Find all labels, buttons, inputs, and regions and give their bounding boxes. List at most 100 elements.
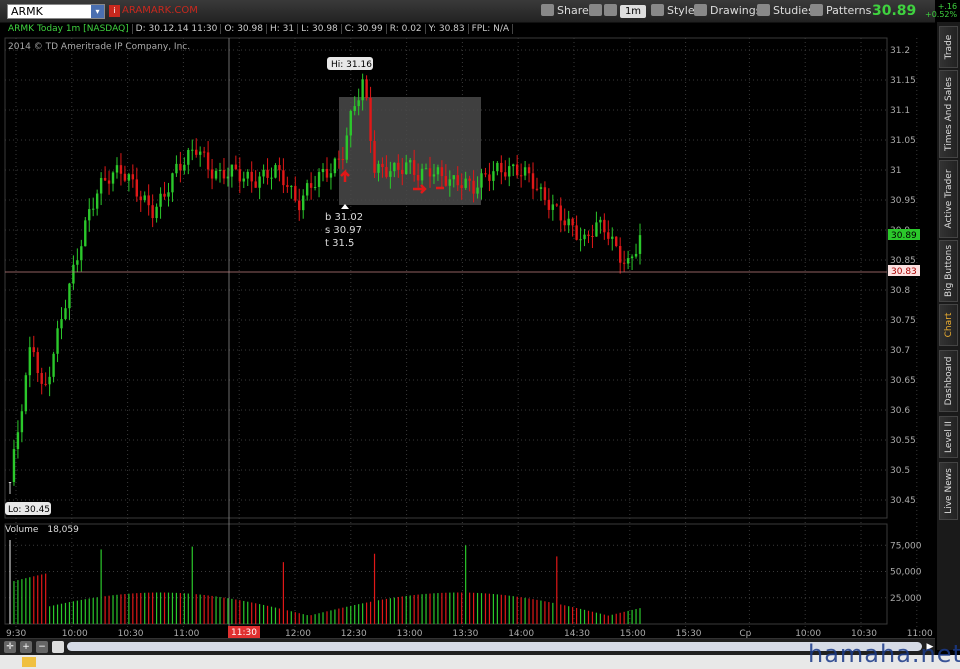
tab-dashboard[interactable]: Dashboard xyxy=(939,350,958,412)
volume-bar xyxy=(199,594,201,624)
price-chart[interactable]: 31.231.1531.131.053130.9530.930.8530.830… xyxy=(0,22,935,650)
right-sidebar: Trade Times And Sales Active Trader Big … xyxy=(937,22,960,650)
candle-body xyxy=(28,347,32,376)
tab-level-ii[interactable]: Level II xyxy=(939,416,958,458)
candle-body xyxy=(88,209,91,221)
symbol-dropdown-icon[interactable]: ▾ xyxy=(91,5,104,18)
volume-bar xyxy=(251,602,253,624)
volume-axis: 75,000 50,000 25,000 xyxy=(890,541,922,604)
volume-bar xyxy=(21,579,23,624)
studies-button[interactable]: Studies xyxy=(757,3,814,19)
volume-bar xyxy=(136,593,138,624)
candle-body xyxy=(187,149,190,165)
price-tick-label: 31.15 xyxy=(890,76,916,86)
candle-body xyxy=(325,168,329,178)
candle-body xyxy=(234,164,238,170)
tab-trade[interactable]: Trade xyxy=(939,26,958,68)
candle-body xyxy=(599,219,602,223)
candle-body xyxy=(103,177,107,181)
hi-label: Hi: 31.16 xyxy=(331,60,372,70)
candle-body xyxy=(218,169,222,171)
tab-active-trader[interactable]: Active Trader xyxy=(939,160,958,238)
last-price: 30.89 xyxy=(872,3,917,19)
candle-body xyxy=(492,171,495,181)
candle-body xyxy=(195,149,198,155)
candle-body xyxy=(198,151,202,155)
timeframe-button[interactable]: 1m xyxy=(620,5,646,18)
volume-bar xyxy=(512,596,514,624)
candle-body xyxy=(468,178,471,181)
crosshair-button[interactable] xyxy=(589,3,605,19)
volume-bar xyxy=(377,600,380,624)
candle-body xyxy=(72,264,75,284)
candle-body xyxy=(353,106,356,111)
volume-bar xyxy=(492,593,494,624)
candle-body xyxy=(345,135,348,160)
candle-body xyxy=(95,193,99,209)
volume-bar xyxy=(306,615,308,624)
candle-body xyxy=(305,183,309,196)
tab-chart-label: Chart xyxy=(943,312,954,338)
volume-bar xyxy=(401,596,403,624)
candle-body xyxy=(405,162,408,175)
volume-bar xyxy=(338,608,340,624)
candle-body xyxy=(258,176,261,188)
chart-low: L: 30.98 xyxy=(298,24,342,34)
volume-bar xyxy=(449,592,451,624)
volume-bar xyxy=(274,607,277,624)
volume-bar xyxy=(540,600,542,624)
candle-body xyxy=(341,159,345,161)
volume-bar xyxy=(235,599,237,624)
settings-button[interactable] xyxy=(604,3,620,19)
watermark: hamaha.net xyxy=(808,640,960,668)
tab-chart[interactable]: Chart xyxy=(939,304,958,346)
volume-bar xyxy=(627,610,629,624)
volume-bar xyxy=(556,556,558,624)
volume-bar xyxy=(500,594,502,624)
chart-scrollbar[interactable] xyxy=(67,642,922,651)
expand-icon[interactable] xyxy=(22,657,36,667)
style-button[interactable]: Style xyxy=(651,3,695,19)
tab-times-and-sales[interactable]: Times And Sales xyxy=(939,70,958,158)
zoom-out-icon[interactable]: − xyxy=(36,641,48,653)
tab-live-news[interactable]: Live News xyxy=(939,462,958,520)
volume-label: Volume xyxy=(5,525,39,535)
candle-body xyxy=(179,163,182,171)
candle-body xyxy=(68,283,71,309)
price-change: +.16 +0.52% xyxy=(925,3,957,19)
candle-body xyxy=(500,162,503,173)
selection-rectangle[interactable] xyxy=(339,97,481,205)
reset-zoom-icon[interactable] xyxy=(52,641,64,653)
symbol-input[interactable]: ARMK ▾ xyxy=(7,4,105,19)
price-tick-label: 31.2 xyxy=(890,46,910,56)
volume-bar xyxy=(92,597,94,624)
price-tick-label: 30.45 xyxy=(890,496,916,506)
volume-bar xyxy=(358,604,360,624)
volume-bar xyxy=(13,581,15,624)
candle-body xyxy=(365,79,368,98)
volume-bar xyxy=(326,611,328,624)
copyright-text: 2014 © TD Ameritrade IP Company, Inc. xyxy=(8,42,191,52)
patterns-button[interactable]: Patterns xyxy=(810,3,871,19)
volume-bar xyxy=(528,598,530,624)
volume-bar xyxy=(310,615,312,624)
volume-bar xyxy=(552,602,554,624)
chart-close: C: 30.99 xyxy=(342,24,387,34)
candle-body xyxy=(131,174,135,180)
candle-body xyxy=(515,164,519,176)
volume-bar xyxy=(195,594,197,624)
tab-big-buttons[interactable]: Big Buttons xyxy=(939,240,958,302)
candle-body xyxy=(210,169,214,179)
candle-body xyxy=(349,110,352,136)
candle-body xyxy=(8,482,12,483)
share-button[interactable]: Share xyxy=(541,3,589,19)
candle-body xyxy=(444,176,448,186)
pan-icon[interactable]: ✛ xyxy=(4,641,16,653)
zoom-in-icon[interactable]: + xyxy=(20,641,32,653)
candle-body xyxy=(484,173,487,175)
company-info-icon[interactable]: i xyxy=(109,5,120,17)
volume-bar xyxy=(373,553,376,624)
volume-bar xyxy=(286,610,288,624)
drawings-button[interactable]: Drawings xyxy=(694,3,761,19)
volume-bar xyxy=(100,549,102,624)
